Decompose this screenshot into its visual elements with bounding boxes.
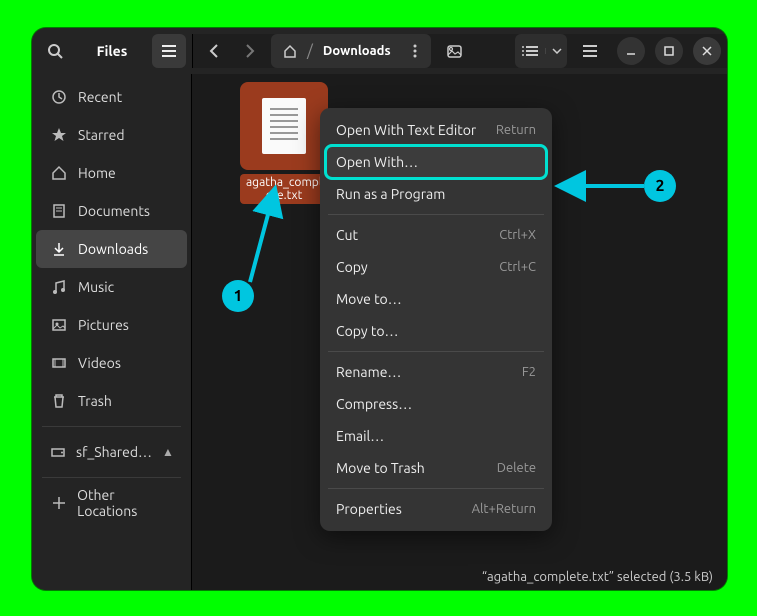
menu-separator bbox=[328, 488, 544, 489]
videos-icon bbox=[50, 354, 68, 372]
search-icon bbox=[47, 43, 63, 59]
documents-icon bbox=[50, 202, 68, 220]
downloads-icon bbox=[50, 240, 68, 258]
sidebar-item-starred[interactable]: Starred bbox=[36, 116, 187, 154]
view-dropdown[interactable] bbox=[545, 48, 567, 54]
menu-move-to[interactable]: Move to… bbox=[326, 283, 546, 315]
sidebar-item-mount[interactable]: sf_Shared… ▲ bbox=[36, 433, 187, 471]
sidebar-item-downloads[interactable]: Downloads bbox=[36, 230, 187, 268]
chevron-right-icon bbox=[245, 44, 255, 58]
menu-rename[interactable]: Rename… F2 bbox=[326, 356, 546, 388]
path-home[interactable] bbox=[273, 44, 307, 58]
sidebar-item-label: Documents bbox=[78, 203, 150, 219]
chevron-left-icon bbox=[209, 44, 219, 58]
sidebar-item-label: Starred bbox=[78, 127, 125, 143]
sidebar-item-other-locations[interactable]: Other Locations bbox=[36, 484, 187, 522]
star-icon bbox=[50, 126, 68, 144]
menu-copy[interactable]: Copy Ctrl+C bbox=[326, 251, 546, 283]
sidebar: Recent Starred Home Documents Downloads … bbox=[32, 74, 192, 590]
recent-icon bbox=[50, 88, 68, 106]
menu-separator bbox=[328, 351, 544, 352]
callout-badge-2: 2 bbox=[644, 170, 676, 202]
close-icon bbox=[702, 46, 712, 56]
menu-compress[interactable]: Compress… bbox=[326, 388, 546, 420]
callout-badge-1: 1 bbox=[222, 280, 254, 312]
menu-cut[interactable]: Cut Ctrl+X bbox=[326, 219, 546, 251]
home-icon bbox=[50, 164, 68, 182]
kebab-icon bbox=[413, 44, 417, 58]
sidebar-item-videos[interactable]: Videos bbox=[36, 344, 187, 382]
sidebar-item-music[interactable]: Music bbox=[36, 268, 187, 306]
hamburger-icon bbox=[583, 45, 597, 57]
menu-email[interactable]: Email… bbox=[326, 420, 546, 452]
sidebar-menu-button[interactable] bbox=[152, 34, 186, 68]
menu-separator bbox=[328, 214, 544, 215]
sidebar-item-home[interactable]: Home bbox=[36, 154, 187, 192]
file-manager-window: Files / Downloads bbox=[32, 28, 727, 590]
sidebar-item-label: Home bbox=[78, 165, 116, 181]
music-icon bbox=[50, 278, 68, 296]
menu-open-with[interactable]: Open With… bbox=[326, 146, 546, 178]
path-bar[interactable]: / Downloads bbox=[271, 34, 431, 68]
path-current[interactable]: Downloads bbox=[313, 44, 401, 58]
sidebar-item-label: Videos bbox=[78, 355, 121, 371]
sidebar-separator bbox=[42, 426, 181, 427]
sidebar-item-label: Other Locations bbox=[77, 487, 173, 519]
view-mode-button[interactable] bbox=[515, 34, 567, 68]
titlebar: Files / Downloads bbox=[32, 28, 727, 74]
back-button[interactable] bbox=[199, 34, 229, 68]
minimize-button[interactable] bbox=[617, 37, 645, 65]
location-icon bbox=[445, 43, 463, 59]
callout-arrow-2 bbox=[556, 178, 648, 194]
list-view-icon bbox=[515, 45, 545, 57]
context-menu: Open With Text Editor Return Open With… … bbox=[320, 108, 552, 531]
path-menu-button[interactable] bbox=[401, 44, 429, 58]
maximize-button[interactable] bbox=[655, 37, 683, 65]
callout-arrow-1 bbox=[242, 186, 282, 286]
app-title: Files bbox=[72, 43, 152, 59]
menu-move-to-trash[interactable]: Move to Trash Delete bbox=[326, 452, 546, 484]
maximize-icon bbox=[664, 46, 674, 56]
menu-properties[interactable]: Properties Alt+Return bbox=[326, 493, 546, 525]
hamburger-icon bbox=[162, 45, 176, 57]
sidebar-item-label: Recent bbox=[78, 89, 122, 105]
search-button[interactable] bbox=[38, 34, 72, 68]
sidebar-item-trash[interactable]: Trash bbox=[36, 382, 187, 420]
status-bar: “agatha_complete.txt” selected (3.5 kB) bbox=[468, 564, 727, 590]
sidebar-item-label: Trash bbox=[78, 393, 112, 409]
sidebar-separator bbox=[42, 477, 181, 478]
menu-run-as-program[interactable]: Run as a Program bbox=[326, 178, 546, 210]
drive-icon bbox=[50, 443, 66, 461]
sidebar-item-label: Downloads bbox=[78, 241, 148, 257]
home-icon bbox=[283, 44, 297, 58]
window-body: Recent Starred Home Documents Downloads … bbox=[32, 74, 727, 590]
sidebar-item-recent[interactable]: Recent bbox=[36, 78, 187, 116]
titlebar-main-header: / Downloads bbox=[192, 34, 727, 68]
sidebar-item-pictures[interactable]: Pictures bbox=[36, 306, 187, 344]
plus-icon bbox=[50, 494, 67, 512]
menu-copy-to[interactable]: Copy to… bbox=[326, 315, 546, 347]
main-menu-button[interactable] bbox=[573, 34, 607, 68]
minimize-icon bbox=[626, 46, 636, 56]
file-thumbnail bbox=[240, 82, 328, 170]
eject-icon[interactable]: ▲ bbox=[162, 445, 174, 459]
trash-icon bbox=[50, 392, 68, 410]
text-file-icon bbox=[262, 98, 306, 154]
sidebar-item-documents[interactable]: Documents bbox=[36, 192, 187, 230]
sidebar-item-label: Music bbox=[78, 279, 114, 295]
files-view[interactable]: agatha_complete.txt Open With Text Edito… bbox=[192, 74, 727, 590]
titlebar-sidebar-header: Files bbox=[32, 34, 192, 68]
forward-button[interactable] bbox=[235, 34, 265, 68]
sidebar-item-label: sf_Shared… bbox=[76, 444, 152, 460]
toggle-location-button[interactable] bbox=[437, 34, 471, 68]
menu-open-with-text-editor[interactable]: Open With Text Editor Return bbox=[326, 114, 546, 146]
pictures-icon bbox=[50, 316, 68, 334]
close-button[interactable] bbox=[693, 37, 721, 65]
sidebar-item-label: Pictures bbox=[78, 317, 129, 333]
chevron-down-icon bbox=[552, 48, 562, 54]
status-text: “agatha_complete.txt” selected (3.5 kB) bbox=[482, 570, 713, 584]
